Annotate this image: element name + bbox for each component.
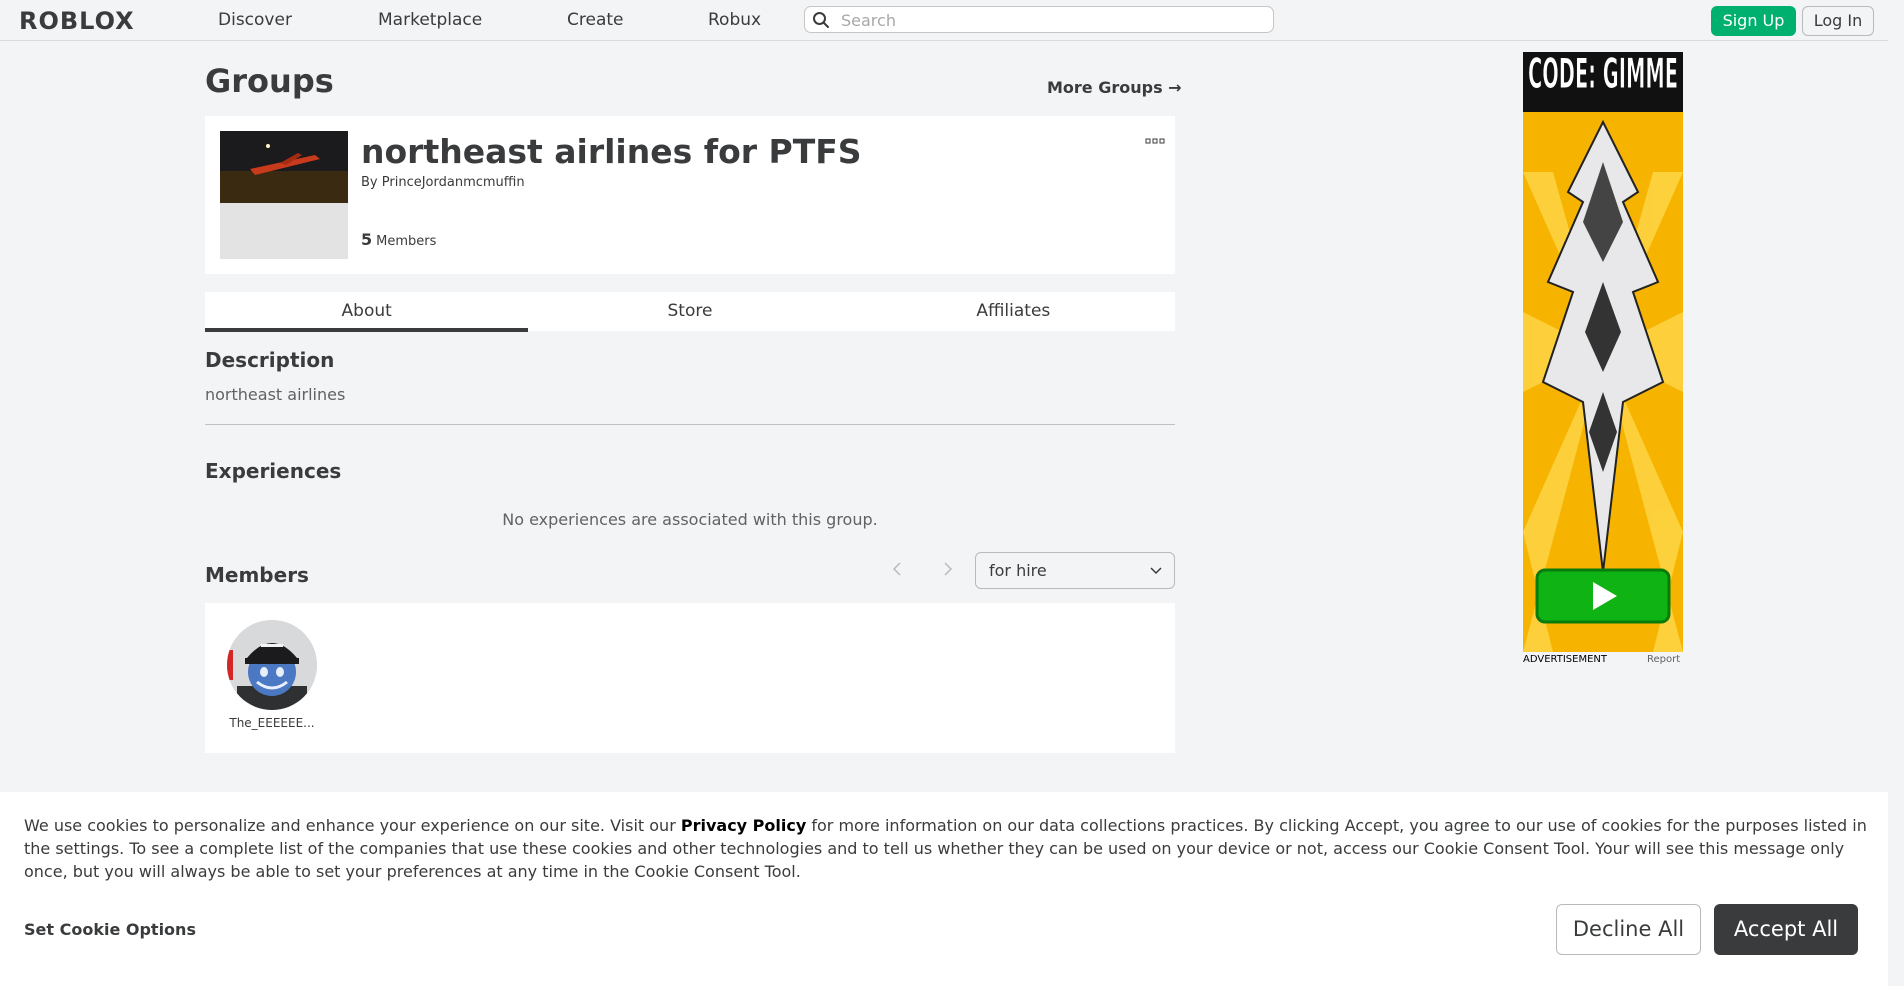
roblox-logo[interactable]: ROBLOX [19,7,135,35]
avatar[interactable] [227,620,317,710]
group-tabs: About Store Affiliates [205,292,1175,332]
cookie-message: We use cookies to personalize and enhanc… [24,814,1869,883]
nav-link-discover[interactable]: Discover [218,10,292,30]
sign-up-button[interactable]: Sign Up [1711,6,1796,36]
pager-next-button[interactable] [940,559,956,579]
member-count-value: 5 [361,230,373,249]
privacy-policy-link[interactable]: Privacy Policy [681,816,806,835]
search-box[interactable] [804,6,1274,33]
cookie-text-before: We use cookies to personalize and enhanc… [24,816,681,835]
advertisement-banner[interactable]: CODE: GIMME [1523,52,1683,652]
tab-about[interactable]: About [205,292,529,332]
member-name[interactable]: The_EEEEEE... [217,716,327,730]
ad-headline-part-1: CODE: GIMME [1528,52,1678,98]
owner-link[interactable]: PrinceJordanmcmuffin [382,175,525,190]
nav-link-create[interactable]: Create [567,10,624,30]
set-cookie-options-link[interactable]: Set Cookie Options [24,920,196,939]
member-count-label: Members [376,234,437,249]
group-name: northeast airlines for PTFS [361,132,862,171]
more-groups-link[interactable]: More Groups → [1047,78,1182,97]
ad-label: ADVERTISEMENT [1523,654,1608,665]
nav-link-marketplace[interactable]: Marketplace [378,10,482,30]
more-options-icon[interactable] [1145,130,1165,144]
members-list: The_EEEEEE... [205,603,1175,753]
log-in-button[interactable]: Log In [1802,6,1874,36]
tab-store[interactable]: Store [528,292,851,331]
chevron-right-icon [944,562,953,576]
cookie-banner: We use cookies to personalize and enhanc… [0,792,1888,986]
nav-link-robux[interactable]: Robux [708,10,761,30]
divider [205,424,1175,425]
search-icon [812,11,830,33]
members-heading: Members [205,563,309,587]
chevron-left-icon [892,562,901,576]
tab-affiliates[interactable]: Affiliates [852,292,1175,331]
search-input[interactable] [839,9,1263,32]
description-heading: Description [205,348,335,372]
pager-prev-button[interactable] [889,559,905,579]
role-filter-value: for hire [989,561,1047,580]
accept-all-button[interactable]: Accept All [1714,904,1858,955]
group-owner: By PrinceJordanmcmuffin [361,175,525,190]
top-navigation: ROBLOX Discover Marketplace Create Robux… [0,0,1888,41]
role-filter-dropdown[interactable]: for hire [975,552,1175,589]
decline-all-button[interactable]: Decline All [1556,904,1701,955]
description-text: northeast airlines [205,385,346,404]
group-header-card: northeast airlines for PTFS By PrinceJor… [205,116,1175,274]
member-count: 5 Members [361,230,436,249]
group-emblem [220,131,348,259]
experiences-heading: Experiences [205,459,342,483]
ad-report-link[interactable]: Report [1647,654,1680,665]
experiences-empty-text: No experiences are associated with this … [502,510,878,529]
page-title: Groups [205,62,334,100]
owner-by-label: By [361,175,378,190]
chevron-down-icon [1150,567,1162,575]
